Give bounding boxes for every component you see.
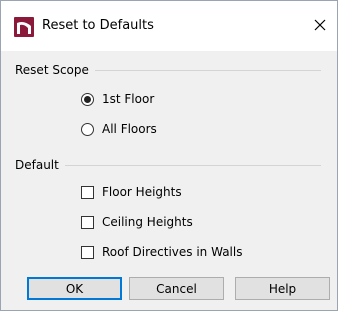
ok-button-label: OK	[65, 281, 84, 296]
radio-1st-floor-label: 1st Floor	[102, 92, 155, 106]
help-button-label: Help	[268, 281, 297, 296]
radio-all-floors[interactable]: All Floors	[81, 121, 157, 137]
checkbox[interactable]	[81, 185, 94, 199]
checkbox-roof-directives[interactable]: Roof Directives in Walls	[81, 244, 242, 260]
ok-button[interactable]: OK	[27, 277, 122, 300]
default-group-label: Default	[15, 157, 65, 173]
radio-button[interactable]	[81, 122, 94, 136]
app-icon	[14, 17, 34, 37]
close-button[interactable]	[308, 14, 332, 38]
checkbox-floor-heights[interactable]: Floor Heights	[81, 184, 182, 200]
checkbox-floor-heights-label: Floor Heights	[102, 185, 182, 199]
checkbox-roof-directives-label: Roof Directives in Walls	[102, 245, 243, 259]
checkbox-ceiling-heights-label: Ceiling Heights	[102, 215, 193, 229]
radio-1st-floor[interactable]: 1st Floor	[81, 91, 154, 107]
close-icon	[314, 19, 326, 34]
checkbox[interactable]	[81, 215, 94, 229]
reset-scope-label: Reset Scope	[15, 62, 95, 78]
reset-to-defaults-dialog: Reset to Defaults Reset Scope 1st Floor …	[0, 0, 338, 311]
help-button[interactable]: Help	[235, 277, 330, 300]
window-title: Reset to Defaults	[42, 18, 154, 33]
checkbox-ceiling-heights[interactable]: Ceiling Heights	[81, 214, 193, 230]
cancel-button[interactable]: Cancel	[129, 277, 224, 300]
radio-selected-dot	[84, 95, 91, 103]
title-bar: Reset to Defaults	[1, 1, 337, 51]
radio-button-selected[interactable]	[81, 92, 94, 106]
cancel-button-label: Cancel	[156, 281, 197, 296]
radio-all-floors-label: All Floors	[102, 122, 157, 136]
checkbox[interactable]	[81, 245, 94, 259]
